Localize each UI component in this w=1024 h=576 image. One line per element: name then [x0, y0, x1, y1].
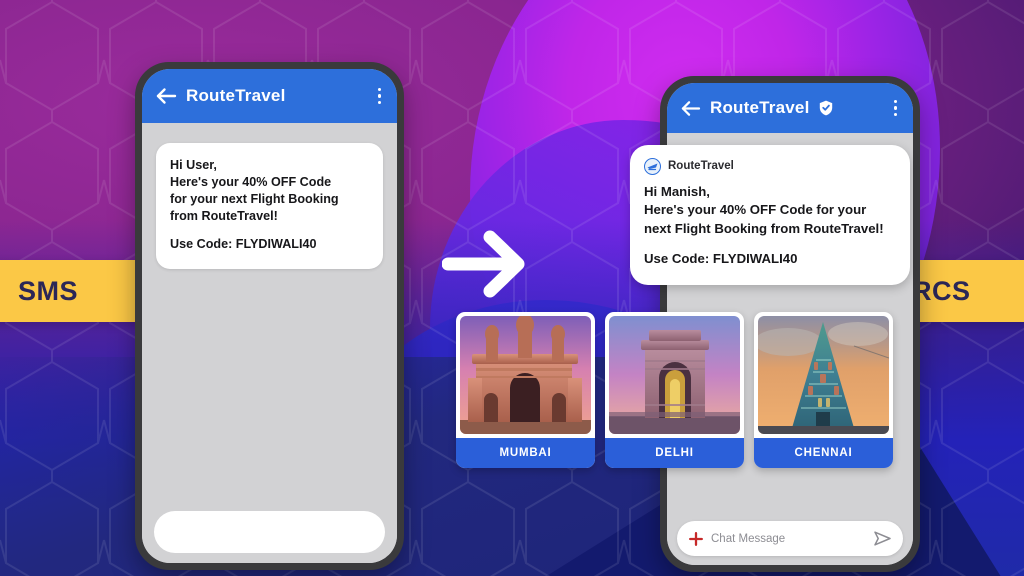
rcs-promo-line: Use Code: FLYDIWALI40 — [644, 250, 896, 269]
rcs-body-highlight: 40% OFF — [719, 202, 777, 217]
rcs-greeting: Hi Manish, — [644, 183, 710, 199]
arrow-left-icon[interactable] — [155, 87, 177, 105]
sms-message-bubble: Hi User, Here's your 40% OFF Code for yo… — [156, 143, 383, 269]
sms-line-3: for your next Flight Booking — [170, 192, 339, 206]
sms-app-bar: RouteTravel — [142, 69, 397, 123]
rcs-chat-input-bar[interactable]: Chat Message — [677, 521, 903, 556]
sms-conversation-area: Hi User, Here's your 40% OFF Code for yo… — [142, 123, 397, 563]
rcs-app-bar: RouteTravel — [667, 83, 913, 133]
rcs-sender-row: RouteTravel — [644, 157, 896, 176]
kebab-menu-icon[interactable] — [891, 96, 900, 120]
arrow-right-icon — [442, 230, 525, 298]
send-icon[interactable] — [874, 531, 891, 546]
sms-phone-screen: RouteTravel Hi User, Here's your 40% OFF… — [142, 69, 397, 563]
rcs-chat-input-placeholder: Chat Message — [711, 532, 786, 545]
sms-chat-input[interactable] — [154, 511, 385, 553]
rcs-body: Here's your 40% OFF Code for your next F… — [644, 201, 896, 238]
rcs-promo-label: Use Code: — [644, 251, 713, 266]
city-card-mumbai[interactable]: MUMBAI — [456, 312, 595, 468]
sms-app-title: RouteTravel — [186, 86, 286, 105]
city-card-label: MUMBAI — [456, 438, 595, 468]
sms-badge-label: SMS — [18, 275, 79, 306]
rcs-city-carousel: MUMBAI DELHI CHENNAI — [456, 312, 893, 468]
rcs-badge-label: RCS — [912, 275, 971, 306]
city-card-delhi[interactable]: DELHI — [605, 312, 744, 468]
sms-line-1: Hi User, — [170, 158, 217, 172]
rcs-body-pre: Here's your — [644, 202, 720, 217]
verified-shield-icon — [819, 100, 832, 116]
kapaleeshwarar-temple-photo — [758, 316, 889, 434]
rcs-message-bubble: RouteTravel Hi Manish, Here's your 40% O… — [630, 145, 910, 285]
gateway-of-india-photo — [460, 316, 591, 434]
rcs-sender-name: RouteTravel — [668, 160, 734, 172]
india-gate-photo — [609, 316, 740, 434]
kebab-menu-icon[interactable] — [375, 84, 384, 108]
city-card-chennai[interactable]: CHENNAI — [754, 312, 893, 468]
plus-icon[interactable] — [689, 531, 703, 546]
city-card-label: DELHI — [605, 438, 744, 468]
rcs-app-title: RouteTravel — [710, 98, 810, 117]
routetravel-avatar-icon — [644, 157, 661, 175]
sms-line-4: from RouteTravel! — [170, 209, 278, 223]
sms-phone: RouteTravel Hi User, Here's your 40% OFF… — [135, 62, 404, 570]
sms-line-2: Here's your 40% OFF Code — [170, 175, 332, 189]
sms-promo-code: Use Code: FLYDIWALI40 — [170, 237, 317, 251]
arrow-left-icon[interactable] — [680, 100, 701, 117]
rcs-promo-code: FLYDIWALI40 — [712, 251, 798, 266]
city-card-label: CHENNAI — [754, 438, 893, 468]
